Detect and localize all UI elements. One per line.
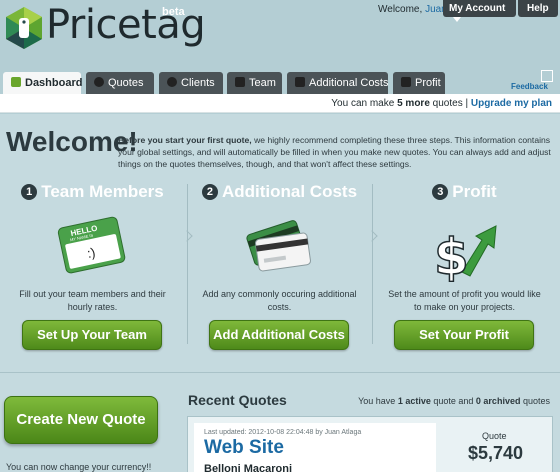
count-suffix: quotes <box>522 396 550 406</box>
quota-bar: You can make 5 more quotes | Upgrade my … <box>0 94 560 113</box>
dollar-glyph: $ <box>434 228 469 282</box>
step-2-heading: 2 Additional Costs <box>187 182 372 202</box>
help-button[interactable]: Help <box>518 0 558 17</box>
welcome-prefix: Welcome, <box>378 4 423 15</box>
welcome-user: Welcome, Juan <box>378 4 447 15</box>
step-3-heading: 3 Profit <box>372 182 557 202</box>
header: Pricetag beta Welcome, Juan My Account H… <box>0 0 560 72</box>
active-count: 1 active <box>397 396 431 406</box>
tab-additional-costs[interactable]: Additional Costs <box>287 72 389 94</box>
beta-badge: beta <box>162 6 185 18</box>
my-account-label: My Account <box>449 3 506 14</box>
intro-text: Before you start your first quote, we hi… <box>118 134 554 170</box>
archived-count: 0 archived <box>475 396 521 406</box>
quota-count: 5 more <box>397 98 430 109</box>
quote-counts: You have 1 active quote and 0 archived q… <box>358 396 550 406</box>
dollar-icon <box>94 77 104 87</box>
tab-dashboard[interactable]: Dashboard <box>3 72 83 95</box>
my-account-button[interactable]: My Account <box>443 0 516 22</box>
quote-name-link[interactable]: Web Site <box>204 437 284 459</box>
tab-team-label: Team <box>249 77 276 89</box>
quote-client: Belloni Macaroni <box>204 463 293 472</box>
set-profit-button[interactable]: Set Your Profit <box>394 320 534 350</box>
step-team-members: 1 Team Members HELLO MY NAME IS :) Fill o… <box>0 182 185 367</box>
step-2-description: Add any commonly occuring additional cos… <box>202 289 357 312</box>
step-additional-costs: 2 Additional Costs Add any commonly occur… <box>187 182 372 367</box>
step-2-number: 2 <box>201 184 218 200</box>
count-prefix: You have <box>358 396 396 406</box>
tab-dashboard-label: Dashboard <box>25 77 83 89</box>
upgrade-plan-link[interactable]: Upgrade my plan <box>471 98 552 109</box>
tab-team[interactable]: Team <box>227 72 282 94</box>
quote-updated: Last updated: 2012-10-08 22:04:48 by Jua… <box>204 429 362 436</box>
credit-cards-icon <box>246 220 311 272</box>
house-icon <box>11 77 21 87</box>
tab-quotes[interactable]: Quotes <box>86 72 154 94</box>
set-up-team-button[interactable]: Set Up Your Team <box>22 320 162 350</box>
feedback-icon[interactable] <box>541 70 553 82</box>
client-icon <box>167 77 177 87</box>
quote-card[interactable]: Last updated: 2012-10-08 22:04:48 by Jua… <box>187 416 553 472</box>
tab-profit-label: Profit <box>415 77 441 89</box>
quote-card-body: Last updated: 2012-10-08 22:04:48 by Jua… <box>194 423 436 472</box>
tab-quotes-label: Quotes <box>108 77 144 89</box>
quote-price-label: Quote <box>482 431 507 441</box>
chevron-down-icon <box>453 16 461 22</box>
dollar-arrow-icon: $ <box>433 225 497 282</box>
recent-quotes-heading: Recent Quotes <box>188 392 287 408</box>
tab-clients[interactable]: Clients <box>159 72 223 94</box>
currency-note[interactable]: You can now change your currency!! <box>6 462 151 472</box>
step-3-number: 3 <box>432 184 449 200</box>
logo-icon <box>6 7 42 49</box>
step-1-heading: 1 Team Members <box>0 182 185 202</box>
step-2-title: Additional Costs <box>221 182 358 201</box>
intro-bold: Before you start your first quote, <box>118 135 252 145</box>
step-profit: 3 Profit $ Set the amount of profit you w… <box>372 182 557 367</box>
step-3-description: Set the amount of profit you would like … <box>388 289 541 312</box>
tab-additional-costs-label: Additional Costs <box>309 77 389 89</box>
step-1-number: 1 <box>21 184 38 200</box>
step-1-description: Fill out your team members and their hou… <box>19 289 166 312</box>
quota-prefix: You can make <box>331 98 395 109</box>
name-tag-icon: HELLO MY NAME IS :) <box>57 216 126 274</box>
team-icon <box>235 77 245 87</box>
feedback-link[interactable]: Feedback <box>511 82 548 91</box>
step-3-title: Profit <box>452 182 497 201</box>
add-additional-costs-button[interactable]: Add Additional Costs <box>209 320 349 350</box>
quota-suffix: quotes | <box>432 98 469 109</box>
create-new-quote-button[interactable]: Create New Quote <box>4 396 158 444</box>
card-icon <box>295 77 305 87</box>
count-mid: quote and <box>433 396 474 406</box>
tab-clients-label: Clients <box>181 77 215 89</box>
quota-text: You can make 5 more quotes | Upgrade my … <box>331 98 552 109</box>
dashboard-content: Welcome! Before you start your first quo… <box>0 114 560 472</box>
quote-price: $5,740 <box>468 443 524 463</box>
step-1-title: Team Members <box>41 182 164 201</box>
tab-profit[interactable]: Profit <box>393 72 445 94</box>
section-divider <box>0 372 560 373</box>
profit-icon <box>401 77 411 87</box>
